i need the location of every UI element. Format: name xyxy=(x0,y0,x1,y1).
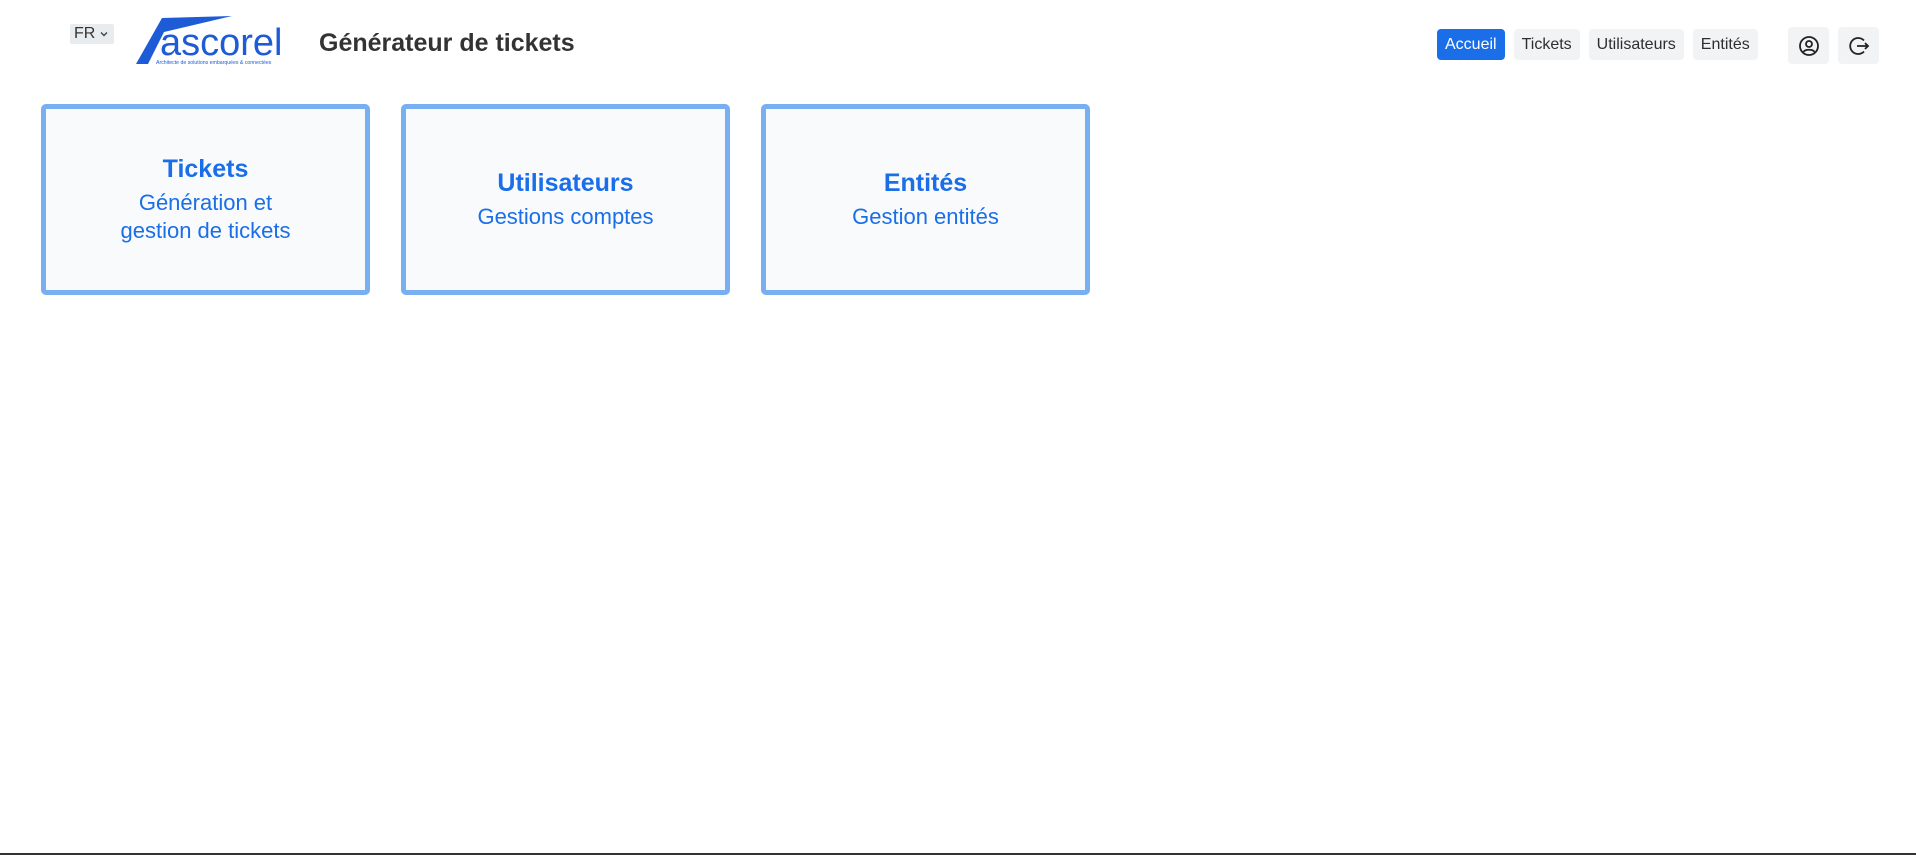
nav-utilisateurs[interactable]: Utilisateurs xyxy=(1588,29,1684,60)
card-utilisateurs[interactable]: Utilisateurs Gestions comptes xyxy=(401,104,730,295)
svg-text:ascorel: ascorel xyxy=(160,22,283,64)
chevron-down-icon xyxy=(100,32,108,37)
nav-tickets[interactable]: Tickets xyxy=(1513,29,1580,60)
logout-button[interactable] xyxy=(1838,27,1879,64)
logo-graphic: ascorel Architecte de solutions embarqué… xyxy=(136,16,283,66)
logout-icon xyxy=(1848,36,1869,55)
card-subtitle-line: gestion de tickets xyxy=(120,218,291,243)
language-selector[interactable]: FR xyxy=(70,24,115,44)
card-title: Utilisateurs xyxy=(497,169,634,197)
account-button[interactable] xyxy=(1788,27,1829,64)
app-title: Générateur de tickets xyxy=(319,29,575,57)
header: FR ascorel Architecte de solutions embar… xyxy=(0,0,1916,90)
card-entites[interactable]: Entités Gestion entités xyxy=(761,104,1090,295)
card-title: Entités xyxy=(883,169,968,197)
nav-accueil[interactable]: Accueil xyxy=(1437,29,1505,60)
logo-tagline: Architecte de solutions embarquées & con… xyxy=(156,60,272,66)
company-logo[interactable]: ascorel Architecte de solutions embarqué… xyxy=(134,14,286,66)
card-subtitle-line: Génération et xyxy=(138,190,273,215)
card-subtitle: Gestions comptes xyxy=(477,204,654,229)
user-circle-icon xyxy=(1798,35,1819,56)
language-label: FR xyxy=(74,25,96,42)
card-subtitle: Génération et gestion de tickets xyxy=(121,189,291,245)
card-title: Tickets xyxy=(162,155,249,183)
main-nav: Accueil Tickets Utilisateurs Entités xyxy=(1437,29,1758,60)
card-subtitle: Gestion entités xyxy=(852,204,999,229)
nav-entites[interactable]: Entités xyxy=(1692,29,1758,60)
card-tickets[interactable]: Tickets Génération et gestion de tickets xyxy=(41,104,370,295)
